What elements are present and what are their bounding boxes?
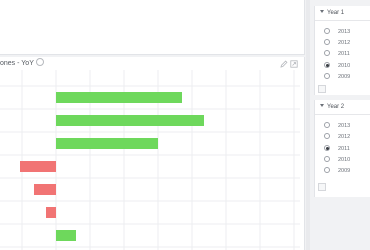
radio-selected-icon[interactable] bbox=[324, 145, 330, 151]
year-option[interactable]: 2010 bbox=[324, 62, 350, 71]
radio-icon[interactable] bbox=[324, 167, 330, 173]
bar[interactable] bbox=[56, 92, 182, 103]
panel-tools bbox=[280, 60, 298, 68]
radio-icon[interactable] bbox=[324, 73, 330, 79]
year-option[interactable]: 2009 bbox=[324, 167, 350, 176]
chart-title: ones - YoY bbox=[0, 60, 34, 67]
chevron-down-icon[interactable] bbox=[320, 104, 324, 107]
bar[interactable] bbox=[46, 207, 56, 218]
radio-icon[interactable] bbox=[324, 156, 330, 162]
dashboard: ones - YoY Year 1 2013 2012 2011 2010 20… bbox=[0, 0, 370, 250]
year-option[interactable]: 2011 bbox=[324, 145, 350, 154]
bar[interactable] bbox=[56, 138, 158, 149]
radio-selected-icon[interactable] bbox=[324, 62, 330, 68]
chart-title-row: ones - YoY bbox=[0, 57, 44, 70]
radio-icon[interactable] bbox=[324, 50, 330, 56]
radio-icon[interactable] bbox=[324, 133, 330, 139]
radio-icon[interactable] bbox=[324, 122, 330, 128]
year-1-filter: Year 1 2013 2012 2011 2010 2009 bbox=[314, 6, 370, 95]
year-option[interactable]: 2009 bbox=[324, 73, 350, 82]
filter-title: Year 2 bbox=[327, 104, 345, 110]
year-option[interactable]: 2012 bbox=[324, 133, 350, 142]
panel-divider[interactable] bbox=[306, 0, 310, 250]
top-panel bbox=[0, 0, 305, 55]
chart-panel: ones - YoY bbox=[0, 57, 305, 250]
bar[interactable] bbox=[56, 230, 76, 241]
filter-header[interactable]: Year 1 bbox=[315, 6, 370, 21]
filter-header[interactable]: Year 2 bbox=[315, 100, 370, 115]
chevron-down-icon[interactable] bbox=[320, 10, 324, 13]
year-option[interactable]: 2013 bbox=[324, 28, 350, 37]
radio-icon[interactable] bbox=[324, 39, 330, 45]
year-option[interactable]: 2012 bbox=[324, 39, 350, 48]
bar-chart bbox=[0, 70, 300, 250]
year-option[interactable]: 2010 bbox=[324, 156, 350, 165]
radio-icon[interactable] bbox=[324, 28, 330, 34]
filter-title: Year 1 bbox=[327, 10, 345, 16]
expand-icon[interactable] bbox=[290, 60, 298, 68]
info-icon[interactable] bbox=[35, 58, 44, 66]
bar[interactable] bbox=[34, 184, 56, 195]
year-2-filter: Year 2 2013 2012 2011 2010 2009 bbox=[314, 100, 370, 197]
bar[interactable] bbox=[20, 161, 56, 172]
edit-icon[interactable] bbox=[280, 60, 288, 68]
filter-footer-box[interactable] bbox=[318, 85, 326, 93]
year-option[interactable]: 2013 bbox=[324, 122, 350, 131]
bar[interactable] bbox=[56, 115, 204, 126]
year-option[interactable]: 2011 bbox=[324, 50, 350, 59]
filter-footer-box[interactable] bbox=[318, 183, 326, 191]
